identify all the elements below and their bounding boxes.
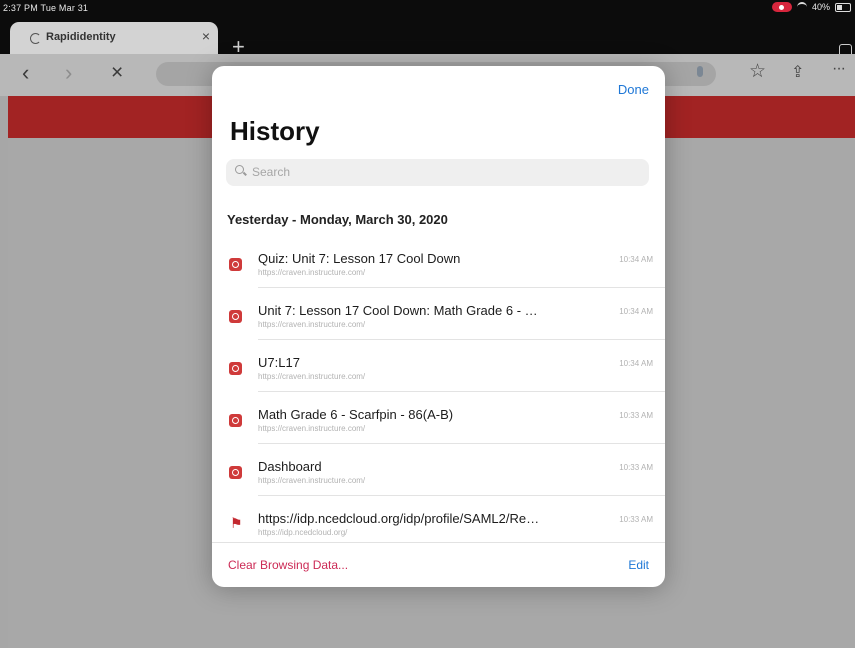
battery-percent: 40% xyxy=(811,2,830,12)
wifi-icon xyxy=(796,2,807,12)
canvas-icon xyxy=(229,414,242,427)
footer-divider xyxy=(212,542,665,543)
history-item[interactable]: Dashboard https://craven.instructure.com… xyxy=(212,444,665,496)
forward-button[interactable]: › xyxy=(65,62,72,84)
history-item-time: 10:33 AM xyxy=(619,515,653,524)
history-item-title: Quiz: Unit 7: Lesson 17 Cool Down xyxy=(258,251,461,266)
history-item-url: https://craven.instructure.com/ xyxy=(258,424,366,433)
canvas-icon xyxy=(229,466,242,479)
microphone-icon[interactable] xyxy=(697,66,703,77)
history-item-url: https://craven.instructure.com/ xyxy=(258,476,366,485)
history-item[interactable]: https://idp.ncedcloud.org/idp/profile/SA… xyxy=(212,496,665,548)
search-placeholder: Search xyxy=(252,165,291,179)
history-item[interactable]: U7:L17 https://craven.instructure.com/ 1… xyxy=(212,340,665,392)
history-item-time: 10:34 AM xyxy=(619,255,653,264)
status-bar: 2:37 PM Tue Mar 31 40% xyxy=(0,0,855,16)
history-item-time: 10:34 AM xyxy=(619,359,653,368)
ncedcloud-icon xyxy=(229,515,243,532)
clear-browsing-data-button[interactable]: Clear Browsing Data... xyxy=(228,558,348,572)
history-item[interactable]: Unit 7: Lesson 17 Cool Down: Math Grade … xyxy=(212,288,665,340)
stop-loading-button[interactable]: × xyxy=(111,62,123,84)
history-item-title: Dashboard xyxy=(258,459,322,474)
bookmark-star-icon[interactable]: ☆ xyxy=(749,60,766,83)
done-button[interactable]: Done xyxy=(618,82,649,97)
more-icon[interactable]: ··· xyxy=(832,60,846,78)
close-tab-icon[interactable]: × xyxy=(202,28,210,44)
history-popover: Done History Search Yesterday - Monday, … xyxy=(212,66,665,587)
history-search-input[interactable]: Search xyxy=(226,159,649,186)
history-item-url: https://idp.ncedcloud.org/ xyxy=(258,528,348,537)
status-time: 2:37 PM Tue Mar 31 xyxy=(3,3,89,13)
history-item-title: Unit 7: Lesson 17 Cool Down: Math Grade … xyxy=(258,303,544,318)
history-item-time: 10:33 AM xyxy=(619,411,653,420)
canvas-icon xyxy=(229,258,242,271)
history-item-title: https://idp.ncedcloud.org/idp/profile/SA… xyxy=(258,511,544,526)
tab-title: Rapididentity xyxy=(46,31,116,43)
history-title: History xyxy=(230,116,320,146)
history-item-url: https://craven.instructure.com/ xyxy=(258,320,366,329)
history-list: Quiz: Unit 7: Lesson 17 Cool Down https:… xyxy=(212,236,665,548)
loading-spinner-icon xyxy=(30,33,41,44)
search-icon xyxy=(235,165,244,174)
history-item-title: Math Grade 6 - Scarfpin - 86(A-B) xyxy=(258,407,454,422)
screen-recording-icon xyxy=(771,2,792,12)
canvas-icon xyxy=(229,362,242,375)
edit-button[interactable]: Edit xyxy=(628,558,649,572)
canvas-icon xyxy=(229,310,242,323)
history-item-url: https://craven.instructure.com/ xyxy=(258,372,366,381)
history-item-time: 10:34 AM xyxy=(619,307,653,316)
share-icon[interactable]: ⇪ xyxy=(791,62,804,82)
tab-strip: Rapididentity × + xyxy=(0,16,855,58)
status-indicators: 40% xyxy=(771,2,851,12)
history-item-time: 10:33 AM xyxy=(619,463,653,472)
history-item-url: https://craven.instructure.com/ xyxy=(258,268,366,277)
battery-icon xyxy=(835,2,851,12)
tab-rapididentity[interactable]: Rapididentity × xyxy=(10,22,218,54)
history-item[interactable]: Math Grade 6 - Scarfpin - 86(A-B) https:… xyxy=(212,392,665,444)
history-section-header: Yesterday - Monday, March 30, 2020 xyxy=(227,212,448,227)
back-button[interactable]: ‹ xyxy=(22,62,29,84)
history-item[interactable]: Quiz: Unit 7: Lesson 17 Cool Down https:… xyxy=(212,236,665,288)
history-item-title: U7:L17 xyxy=(258,355,300,370)
